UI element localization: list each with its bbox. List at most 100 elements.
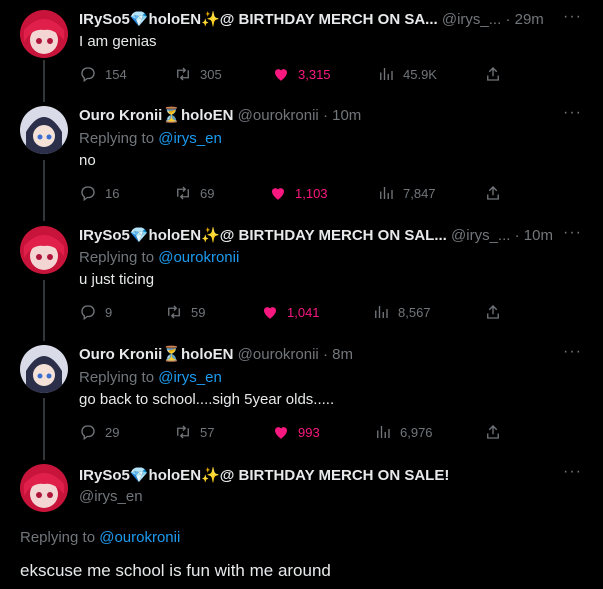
tweet-text: no xyxy=(79,152,96,169)
retweet-button[interactable]: 57 xyxy=(174,422,214,442)
like-button[interactable]: 1,041 xyxy=(261,302,320,322)
reply-icon xyxy=(81,305,95,321)
thread-line xyxy=(43,60,45,102)
views-count: 7,847 xyxy=(403,185,436,201)
share-button[interactable] xyxy=(484,183,510,203)
more-options-icon[interactable]: ··· xyxy=(563,225,581,244)
heart-filled-icon xyxy=(272,188,284,200)
views-button[interactable]: 6,976 xyxy=(374,422,433,442)
like-count: 3,315 xyxy=(298,66,331,82)
handle[interactable]: @irys_... xyxy=(451,227,510,244)
handle[interactable]: @irys_... xyxy=(442,11,501,28)
separator-dot: · xyxy=(322,346,328,363)
retweet-icon xyxy=(177,425,189,439)
share-icon xyxy=(487,67,499,81)
replying-to: Replying to @irys_en xyxy=(79,129,222,149)
reply-button[interactable]: 29 xyxy=(79,422,119,442)
like-button[interactable]: 3,315 xyxy=(272,64,331,84)
avatar[interactable] xyxy=(20,345,68,393)
reply-count: 154 xyxy=(105,66,127,82)
handle[interactable]: @irys_en xyxy=(79,487,143,507)
replying-to-link[interactable]: @irys_en xyxy=(158,130,222,147)
reply-button[interactable]: 16 xyxy=(79,183,119,203)
like-count: 1,103 xyxy=(295,185,328,201)
heart-filled-icon xyxy=(264,307,276,319)
avatar[interactable] xyxy=(20,464,68,512)
display-name[interactable]: Ouro Kronii⏳holoEN xyxy=(79,346,234,363)
more-options-icon[interactable]: ··· xyxy=(563,9,581,28)
retweet-count: 305 xyxy=(200,66,222,82)
replying-to-link[interactable]: @ourokronii xyxy=(99,529,180,546)
reply-icon xyxy=(81,186,95,202)
replying-to: Replying to @ourokronii xyxy=(79,248,239,268)
retweet-icon xyxy=(177,67,189,81)
display-name[interactable]: Ouro Kronii⏳holoEN xyxy=(79,107,234,124)
replying-to-label: Replying to xyxy=(79,249,155,266)
thread-line xyxy=(43,280,45,341)
share-button[interactable] xyxy=(484,422,510,442)
separator-dot: · xyxy=(505,11,511,28)
display-name[interactable]: IRySo5💎holoEN✨@ BIRTHDAY MERCH ON SAL... xyxy=(79,227,447,244)
reply-count: 9 xyxy=(105,304,113,320)
tweet-text: ekscuse me school is fun with me around xyxy=(20,561,331,580)
handle[interactable]: @ourokronii xyxy=(238,346,319,363)
more-options-icon[interactable]: ··· xyxy=(563,105,581,124)
tweet-actions: 154 305 3,315 45.9K xyxy=(79,64,513,84)
reply-button[interactable]: 154 xyxy=(79,64,127,84)
display-name[interactable]: IRySo5💎holoEN✨@ BIRTHDAY MERCH ON SA... xyxy=(79,11,438,28)
views-button[interactable]: 7,847 xyxy=(377,183,436,203)
retweet-button[interactable]: 59 xyxy=(165,302,205,322)
handle[interactable]: @ourokronii xyxy=(238,107,319,124)
tweet-text: go back to school....sigh 5year olds....… xyxy=(79,391,335,408)
heart-filled-icon xyxy=(275,69,287,81)
views-button[interactable]: 8,567 xyxy=(372,302,431,322)
tweet-header: Ouro Kronii⏳holoEN @ourokronii · 10m xyxy=(79,106,563,126)
tweet-header: IRySo5💎holoEN✨@ BIRTHDAY MERCH ON SA... … xyxy=(79,10,563,30)
replying-to-label: Replying to xyxy=(79,130,155,147)
like-count: 1,041 xyxy=(287,304,320,320)
tweet-actions: 16 69 1,103 7,847 xyxy=(79,183,513,203)
thread-line xyxy=(43,398,45,460)
like-button[interactable]: 1,103 xyxy=(269,183,328,203)
replying-to-link[interactable]: @ourokronii xyxy=(158,249,239,266)
timestamp[interactable]: 10m xyxy=(332,107,361,124)
like-button[interactable]: 993 xyxy=(272,422,320,442)
separator-dot: · xyxy=(514,227,520,244)
retweet-count: 59 xyxy=(191,304,206,320)
reply-button[interactable]: 9 xyxy=(79,302,112,322)
reply-count: 16 xyxy=(105,185,120,201)
replying-to-link[interactable]: @irys_en xyxy=(158,369,222,386)
share-button[interactable] xyxy=(484,302,510,322)
tweet-text: I am genias xyxy=(79,33,157,50)
retweet-button[interactable]: 305 xyxy=(174,64,222,84)
avatar[interactable] xyxy=(20,106,68,154)
display-name[interactable]: IRySo5💎holoEN✨@ BIRTHDAY MERCH ON SALE! xyxy=(79,467,449,484)
reply-icon xyxy=(81,67,95,83)
timestamp[interactable]: 10m xyxy=(524,227,553,244)
share-button[interactable] xyxy=(484,64,510,84)
replying-to-label: Replying to xyxy=(79,369,155,386)
timestamp[interactable]: 8m xyxy=(332,346,353,363)
retweet-icon xyxy=(177,186,189,200)
views-icon xyxy=(380,68,393,80)
retweet-button[interactable]: 69 xyxy=(174,183,214,203)
tweet-actions: 29 57 993 6,976 xyxy=(79,422,513,442)
avatar[interactable] xyxy=(20,10,68,58)
views-icon xyxy=(380,187,393,199)
views-count: 45.9K xyxy=(403,66,437,82)
retweet-count: 57 xyxy=(200,424,215,440)
more-options-icon[interactable]: ··· xyxy=(563,344,581,363)
timestamp[interactable]: 29m xyxy=(515,11,544,28)
share-icon xyxy=(487,305,499,319)
avatar[interactable] xyxy=(20,226,68,274)
tweet-text: u just ticing xyxy=(79,271,155,288)
retweet-icon xyxy=(168,305,180,319)
views-icon xyxy=(377,426,390,438)
more-options-icon[interactable]: ··· xyxy=(563,464,581,483)
replying-to: Replying to @ourokronii xyxy=(20,528,180,548)
share-icon xyxy=(487,425,499,439)
views-count: 6,976 xyxy=(400,424,433,440)
views-icon xyxy=(375,306,388,318)
replying-to-label: Replying to xyxy=(20,529,96,546)
views-button[interactable]: 45.9K xyxy=(377,64,437,84)
